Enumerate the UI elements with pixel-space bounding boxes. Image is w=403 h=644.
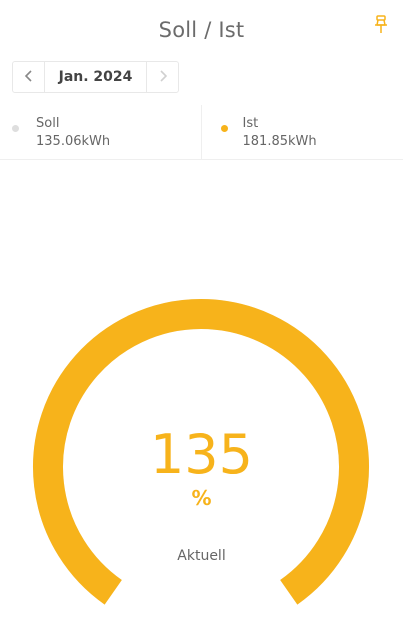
legend-name: Ist bbox=[243, 116, 259, 131]
previous-month-button[interactable] bbox=[13, 62, 45, 92]
gauge bbox=[0, 160, 403, 640]
legend-dot-soll bbox=[12, 125, 19, 132]
legend-item-ist[interactable]: Ist 181.85kWh bbox=[201, 105, 403, 159]
pin-icon[interactable] bbox=[371, 14, 391, 36]
legend-dot-ist bbox=[221, 125, 228, 132]
legend-name: Soll bbox=[36, 116, 59, 131]
chevron-right-icon bbox=[158, 68, 168, 87]
page-title: Soll / Ist bbox=[0, 18, 403, 42]
month-label[interactable]: Jan. 2024 bbox=[45, 62, 146, 92]
gauge-value: 135 bbox=[0, 425, 403, 485]
legend-value: 135.06kWh bbox=[36, 134, 110, 149]
legend: Soll 135.06kWh Ist 181.85kWh bbox=[0, 105, 403, 160]
legend-item-soll[interactable]: Soll 135.06kWh bbox=[0, 105, 201, 159]
next-month-button[interactable] bbox=[146, 62, 178, 92]
chevron-left-icon bbox=[24, 68, 34, 87]
month-picker: Jan. 2024 bbox=[12, 61, 179, 93]
gauge-label: Aktuell bbox=[0, 548, 403, 564]
legend-value: 181.85kWh bbox=[243, 134, 317, 149]
gauge-unit: % bbox=[0, 486, 403, 510]
